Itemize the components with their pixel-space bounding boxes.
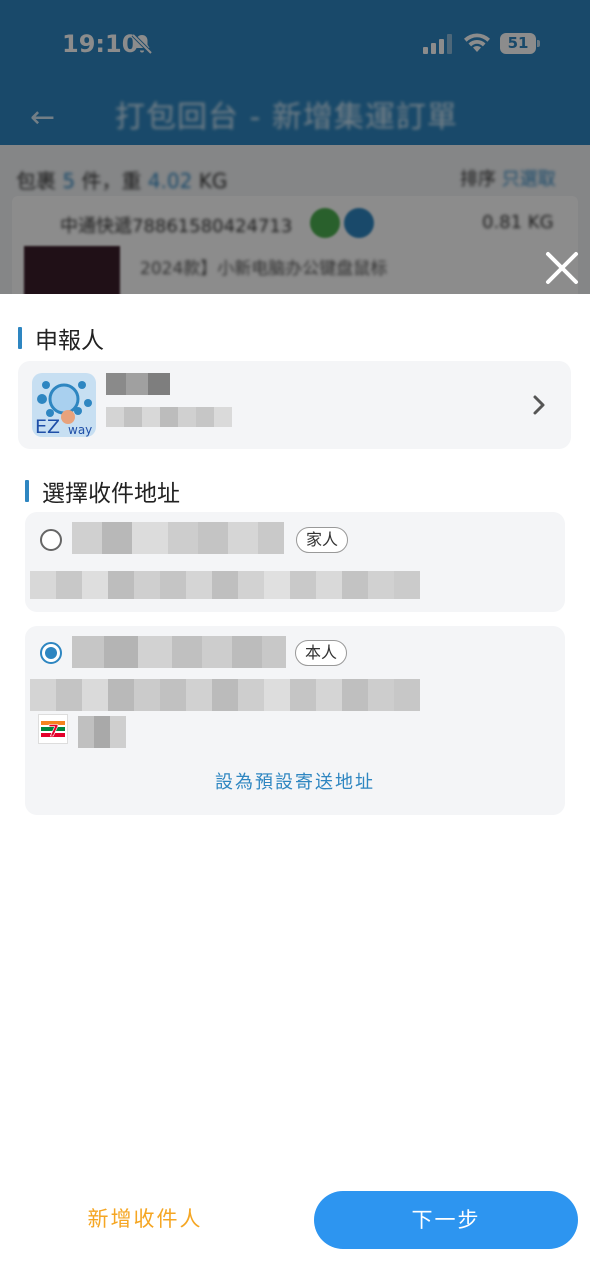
declarant-title-text: 申報人	[35, 328, 104, 354]
declarant-section-title: 申報人	[18, 321, 104, 355]
address-section-title: 選擇收件地址	[25, 474, 180, 508]
background-page: 19:10 51 ← 打包回台 - 新增集運訂單 包裹 5 件，重 4.02 K…	[0, 0, 590, 300]
section-accent-bar	[18, 327, 22, 349]
address-title-text: 選擇收件地址	[42, 481, 180, 507]
svg-text:7: 7	[48, 721, 59, 740]
modal-overlay	[0, 0, 590, 294]
ezway-logo: EZ way	[32, 373, 96, 437]
address-radio-self[interactable]	[40, 642, 62, 664]
svg-text:way: way	[68, 423, 92, 437]
recipient-address-redacted	[30, 571, 420, 599]
recipient-name-redacted	[72, 522, 284, 554]
relation-tag-self: 本人	[295, 640, 348, 666]
next-step-button[interactable]: 下一步	[314, 1191, 578, 1249]
chevron-right-icon	[533, 395, 545, 415]
add-recipient-button[interactable]: 新增收件人	[60, 1203, 230, 1233]
close-icon[interactable]	[540, 246, 584, 290]
address-radio-family[interactable]	[40, 529, 62, 551]
section-accent-bar	[25, 480, 29, 502]
declarant-name-redacted	[106, 373, 170, 395]
recipient-address-redacted	[30, 679, 420, 711]
store-name-redacted	[78, 716, 126, 748]
seven-eleven-logo: 7	[38, 714, 68, 744]
recipient-name-redacted	[72, 636, 286, 668]
svg-text:EZ: EZ	[35, 416, 60, 437]
relation-tag-family: 家人	[296, 527, 349, 553]
set-default-address-link[interactable]: 設為預設寄送地址	[170, 768, 420, 794]
declarant-card[interactable]: EZ way	[18, 361, 571, 449]
declarant-id-redacted	[106, 407, 232, 427]
